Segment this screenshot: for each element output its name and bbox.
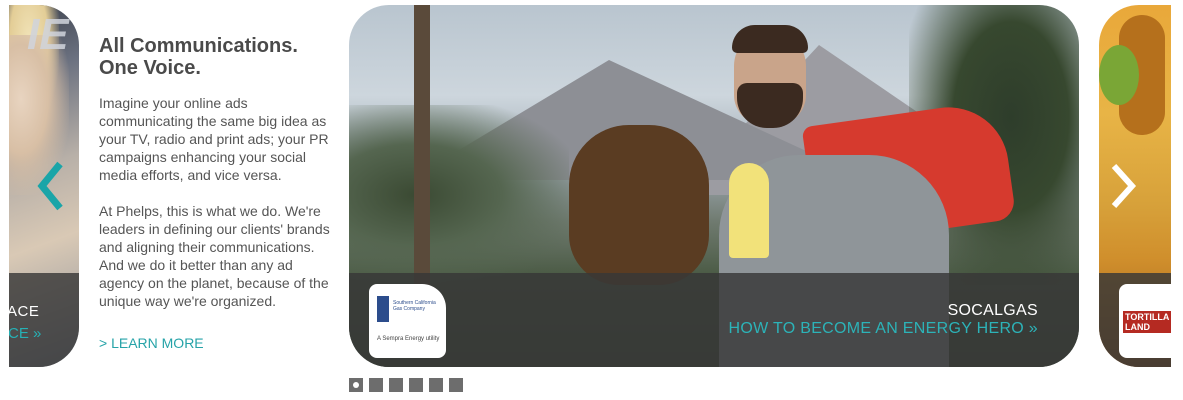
client-logo-text: TORTILLA LAND <box>1123 311 1171 333</box>
pagination-dot-6[interactable] <box>449 378 463 392</box>
client-logo-subtext: A Sempra Energy utility <box>377 336 440 342</box>
intro-title: All Communications. One Voice. <box>99 35 339 79</box>
slide-headline-link[interactable]: HOW TO BECOME AN ENERGY HERO » <box>728 320 1038 338</box>
slide-image-lettering: IE <box>27 10 69 59</box>
slide-caption-band <box>9 273 79 367</box>
slide-client-name: ACE <box>9 303 40 320</box>
slide-image-trees <box>349 105 569 285</box>
pagination-dot-1[interactable] <box>349 378 363 392</box>
slide-image-trunk <box>414 5 430 305</box>
client-logo: Southern California Gas Company A Sempra… <box>369 284 446 358</box>
flame-icon <box>377 296 389 322</box>
slide-image-beaver <box>569 125 709 285</box>
chevron-right-icon[interactable] <box>1106 160 1140 212</box>
slide-cta-link[interactable]: CE » <box>9 325 41 342</box>
pagination-dot-3[interactable] <box>389 378 403 392</box>
slide-image-leaf <box>1099 45 1139 105</box>
pagination-dot-5[interactable] <box>429 378 443 392</box>
intro-paragraph-1: Imagine your online ads communicating th… <box>99 95 329 183</box>
slide-image-hair <box>732 25 808 53</box>
intro-title-line1: All Communications. <box>99 35 298 57</box>
slide-client-name: SOCALGAS <box>947 302 1038 319</box>
featured-slide[interactable]: Southern California Gas Company A Sempra… <box>349 5 1079 367</box>
pagination-dot-2[interactable] <box>369 378 383 392</box>
chevron-left-icon[interactable] <box>36 160 66 212</box>
client-logo-text: Southern California Gas Company <box>393 300 436 312</box>
client-logo: TORTILLA LAND <box>1119 284 1171 358</box>
intro-paragraph-2: At Phelps, this is what we do. We're lea… <box>99 203 330 309</box>
intro-section: All Communications. One Voice. Imagine y… <box>99 35 339 351</box>
pagination-dot-4[interactable] <box>409 378 423 392</box>
slide-image-ribbon <box>729 163 769 258</box>
intro-title-line2: One Voice. <box>99 57 201 79</box>
learn-more-link[interactable]: > LEARN MORE <box>99 335 339 351</box>
